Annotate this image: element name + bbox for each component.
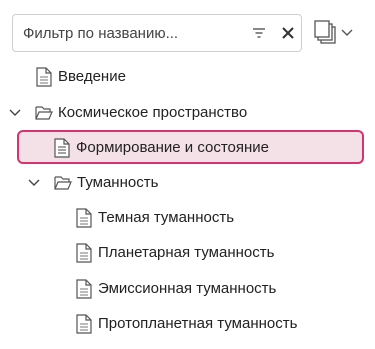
tree-item-emission-nebula[interactable]: Эмиссионная туманность [75,274,276,304]
tree-item-label: Туманность [77,174,159,191]
tree-item-protoplanetary-nebula[interactable]: Протопланетная туманность [75,309,297,339]
tree-item-space[interactable]: Космическое пространство [8,98,247,128]
page-icon [76,243,92,263]
close-icon[interactable] [280,25,296,41]
tree-item-label: Протопланетная туманность [98,315,298,332]
tree-item-dark-nebula[interactable]: Темная туманность [75,203,234,233]
page-lines-icon [54,138,70,158]
filter-input[interactable] [23,15,243,51]
tree-item-label: Темная туманность [98,209,235,226]
chevron-down-icon [341,29,353,36]
tree-item-label: Космическое пространство [58,104,248,121]
copy-dropdown-button[interactable] [314,20,358,48]
filter-icon[interactable] [252,26,266,40]
page-icon [76,314,92,334]
chevron-down-icon[interactable] [27,176,41,190]
tree-item-formation[interactable]: Формирование и состояние [53,133,269,163]
tree-item-label: Планетарная туманность [98,244,275,261]
tree-item-introduction[interactable]: Введение [35,62,126,92]
copy-icon [314,20,353,44]
folder-open-icon [35,106,53,120]
chevron-down-icon[interactable] [8,106,22,120]
tree-item-label: Формирование и состояние [76,139,270,156]
tree-item-nebula[interactable]: Туманность [27,168,158,198]
tree-item-label: Эмиссионная туманность [98,280,277,297]
toolbar [0,0,375,64]
page-icon [36,67,52,87]
filter-field[interactable] [12,14,302,52]
tree-item-label: Введение [58,68,126,85]
navigation-panel: Введение Космическое пространство Формир… [0,0,375,349]
page-icon [76,279,92,299]
tree-item-planetary-nebula[interactable]: Планетарная туманность [75,238,274,268]
page-icon [76,208,92,228]
folder-open-icon [54,176,72,190]
